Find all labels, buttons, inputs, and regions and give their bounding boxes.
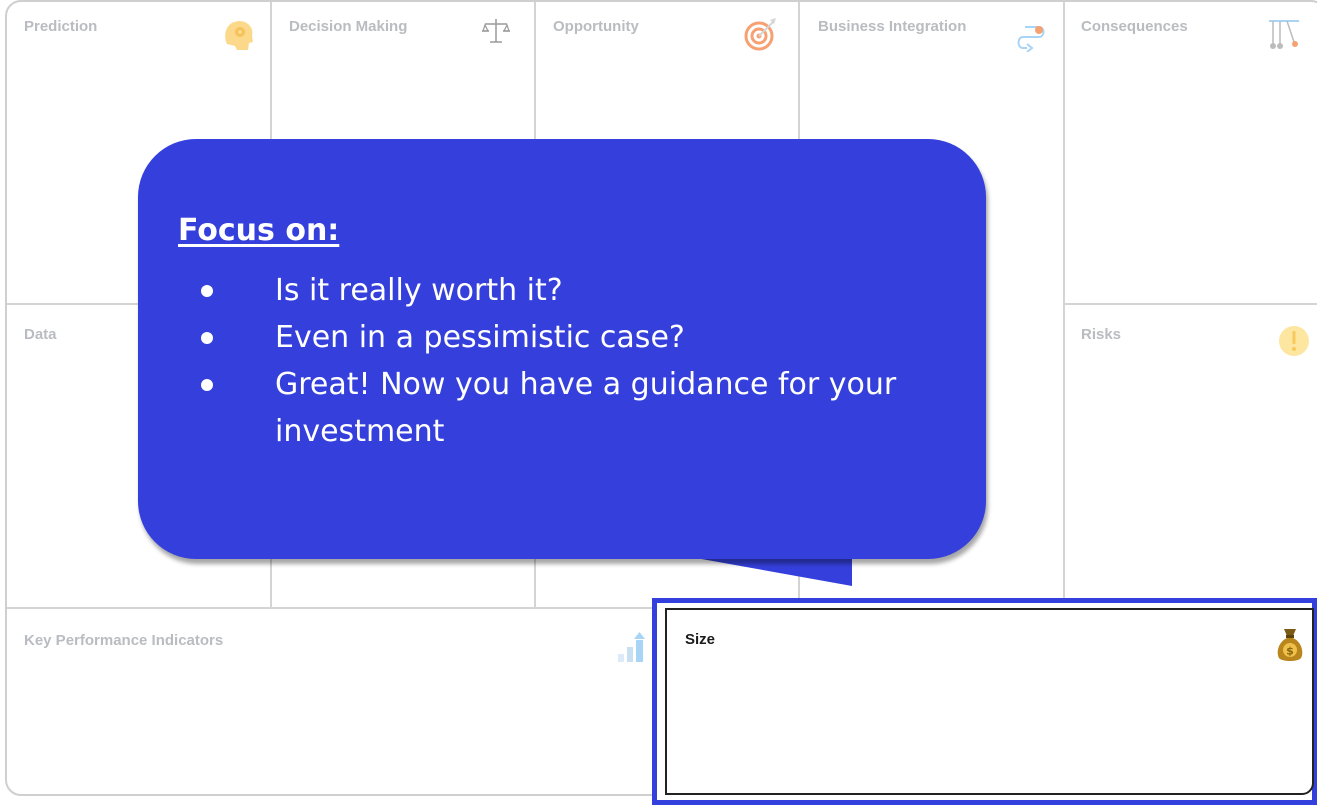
size-cell-highlight[interactable]: Size $ — [652, 598, 1317, 805]
callout-list: Is it really worth it? Even in a pessimi… — [178, 267, 925, 455]
cell-label-decision-making: Decision Making — [289, 18, 408, 35]
growth-bars-icon — [618, 632, 645, 662]
size-cell — [665, 608, 1314, 795]
scales-icon — [482, 19, 510, 43]
grid-divider — [1063, 303, 1317, 305]
money-bag-icon: $ — [1277, 629, 1303, 661]
svg-text:$: $ — [1286, 645, 1294, 658]
cell-label-risks: Risks — [1081, 326, 1122, 343]
callout-item: Is it really worth it? — [178, 267, 925, 314]
integration-arrow-icon — [1017, 26, 1045, 52]
pendulum-icon — [1269, 20, 1299, 49]
cell-label-prediction: Prediction — [24, 18, 98, 35]
head-gear-icon — [225, 21, 253, 50]
grid-divider — [7, 303, 147, 305]
callout-item: Great! Now you have a guidance for your … — [178, 361, 925, 455]
callout-title: Focus on: — [178, 213, 340, 248]
warning-icon — [1279, 326, 1309, 356]
cell-label-opportunity: Opportunity — [553, 18, 639, 35]
cell-label-consequences: Consequences — [1081, 18, 1188, 35]
cell-label-size: Size — [685, 631, 716, 648]
cell-label-data: Data — [24, 326, 57, 343]
target-icon — [744, 18, 776, 51]
callout-item: Even in a pessimistic case? — [178, 314, 925, 361]
callout-bubble: Focus on: Is it really worth it? Even in… — [138, 139, 986, 559]
cell-label-kpi: Key Performance Indicators — [24, 632, 224, 649]
cell-label-business-integration: Business Integration — [818, 18, 967, 35]
